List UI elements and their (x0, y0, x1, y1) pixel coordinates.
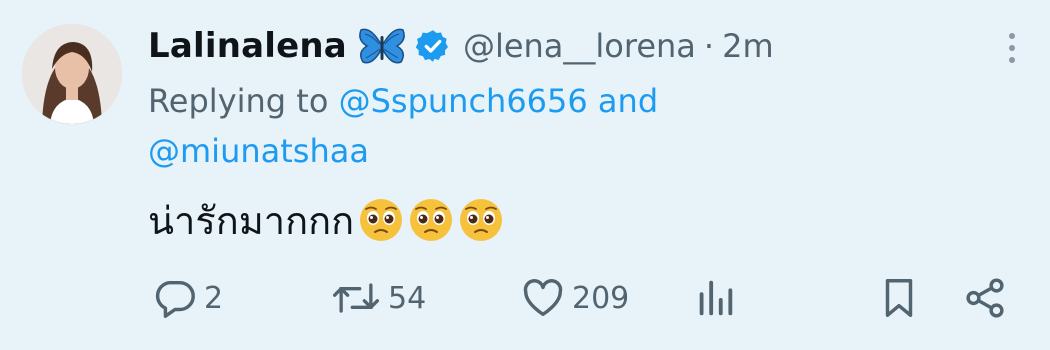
reply-user-link[interactable]: @Sspunch6656 (339, 82, 588, 120)
bookmark-button[interactable] (876, 268, 922, 328)
butterfly-icon (359, 28, 405, 64)
timestamp[interactable]: 2m (722, 27, 774, 65)
reply-icon (155, 280, 195, 318)
share-button[interactable] (962, 268, 1008, 328)
reply-conjunction: and (597, 82, 659, 120)
separator-dot: · (703, 27, 715, 65)
like-button[interactable]: 209 (520, 268, 629, 328)
reply-button[interactable]: 2 (152, 268, 223, 328)
heart-icon (523, 279, 563, 317)
retweet-icon (332, 283, 380, 313)
pleading-face-icon (460, 199, 503, 241)
retweet-button[interactable]: 54 (330, 268, 426, 328)
more-options-icon[interactable] (1002, 30, 1022, 66)
tweet-body: น่ารักมากกก (148, 190, 504, 250)
author-name[interactable]: Lalinalena (148, 26, 347, 66)
analytics-icon (699, 280, 733, 316)
author-handle[interactable]: @lena__lorena (463, 27, 696, 65)
reply-user-link[interactable]: @miunatshaa (148, 132, 369, 170)
action-bar: 2 54 209 (0, 268, 1050, 328)
bookmark-icon (885, 279, 913, 317)
tweet-text: น่ารักมากกก (148, 198, 355, 243)
like-count: 209 (572, 280, 630, 316)
pleading-face-icon (410, 199, 453, 241)
retweet-count: 54 (388, 280, 427, 316)
reply-count: 2 (204, 280, 224, 316)
avatar-image (22, 24, 122, 124)
replying-to-label: Replying to (148, 82, 329, 120)
tweet-header: Lalinalena @lena__lorena · 2m (148, 20, 774, 72)
pleading-face-icon (360, 199, 403, 241)
share-icon (966, 278, 1004, 318)
avatar[interactable] (22, 24, 122, 124)
verified-badge-icon[interactable] (415, 28, 451, 64)
replying-to: Replying to @Sspunch6656 and @miunatshaa (148, 76, 948, 176)
views-button[interactable] (692, 268, 738, 328)
